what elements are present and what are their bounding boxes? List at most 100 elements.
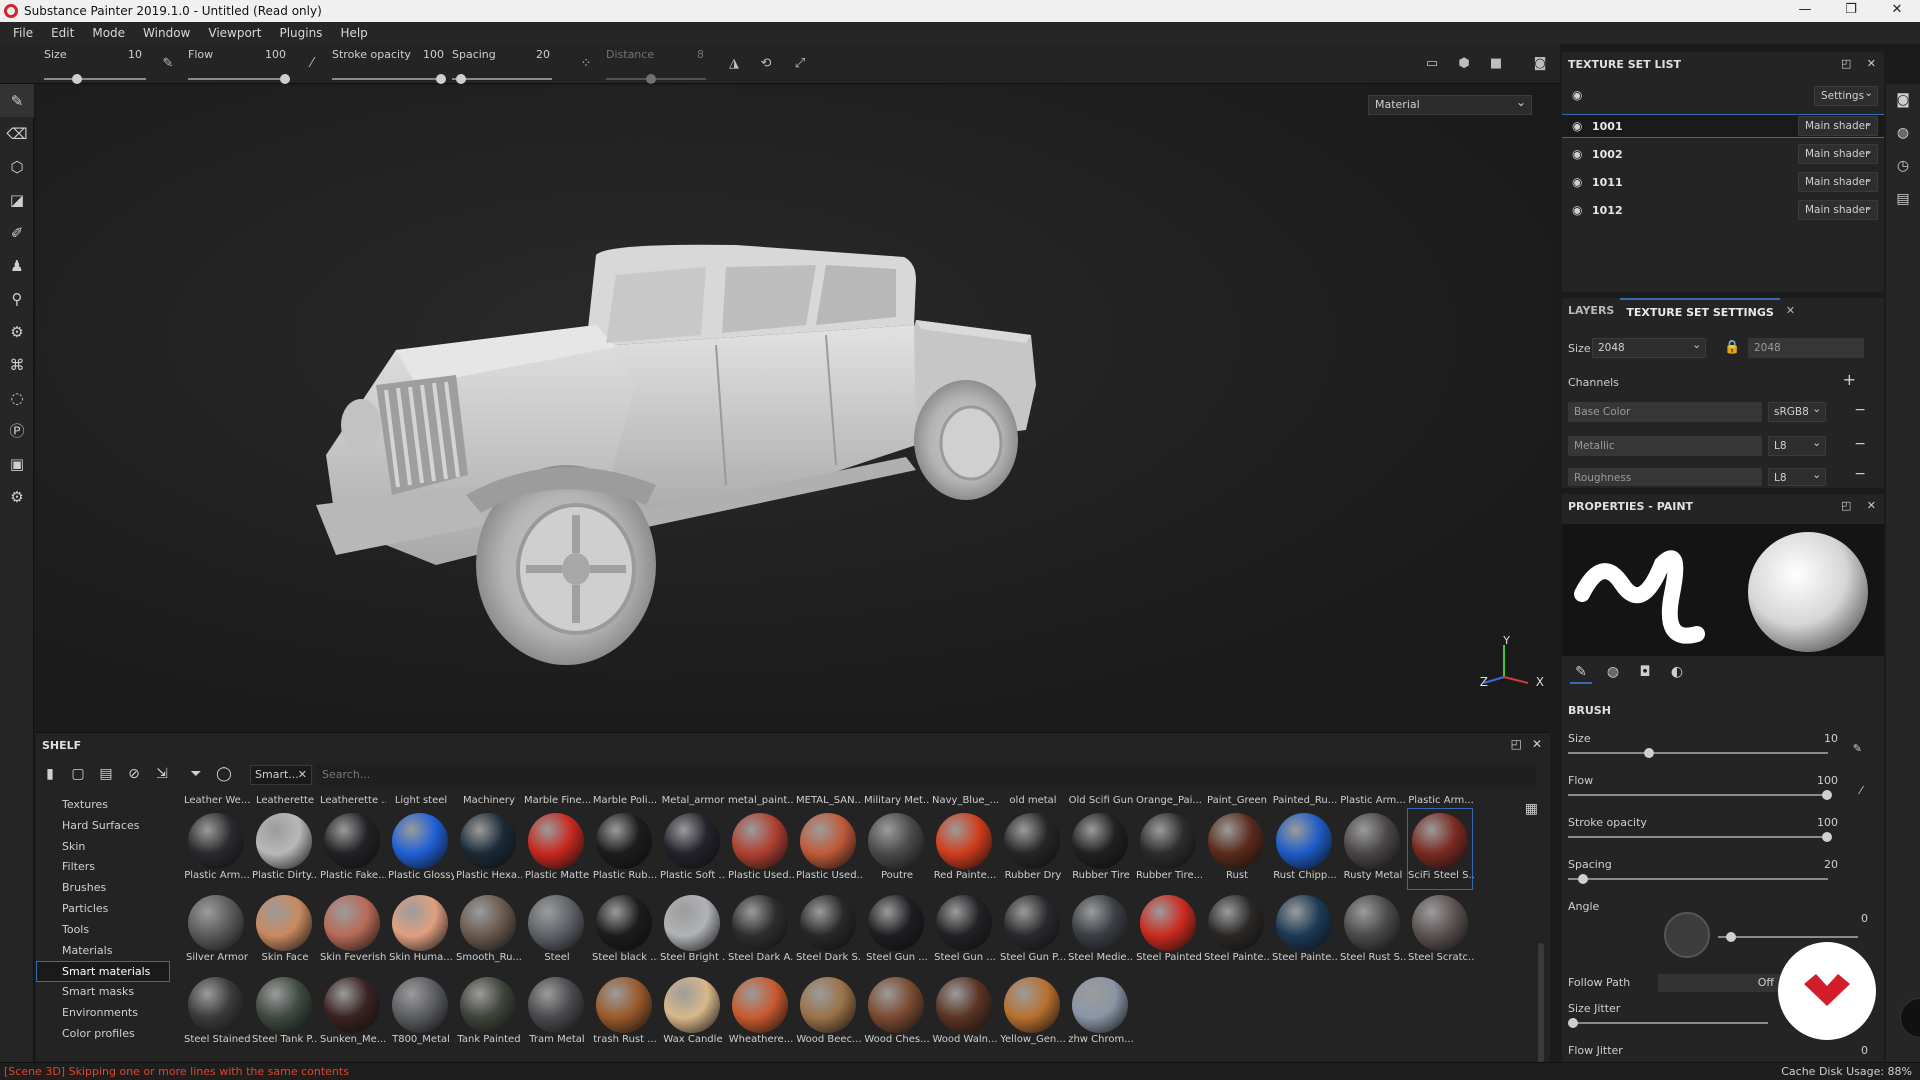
maximize-button[interactable]: ❐ (1828, 0, 1874, 22)
polygon-fill-icon[interactable]: ◪ (0, 183, 34, 216)
smart-material-item[interactable]: Sunken_Me... (320, 973, 386, 1053)
menu-viewport[interactable]: Viewport (199, 26, 270, 40)
smart-material-item[interactable]: Plastic Hexa... (456, 809, 522, 889)
grid-view-icon[interactable]: ▦ (1525, 801, 1538, 817)
visibility-eye-icon[interactable]: ◉ (1572, 88, 1582, 102)
smart-material-item[interactable]: Rubber Tire... (1136, 809, 1202, 889)
smart-material-item[interactable]: zhw Chrom... (1068, 973, 1134, 1053)
close-button[interactable]: ✕ (1874, 0, 1920, 22)
toolbar-size-handle[interactable] (72, 74, 82, 84)
smart-material-item[interactable]: Plastic Used... (728, 809, 794, 889)
export-icon[interactable]: ⇲ (152, 764, 172, 784)
toolbar-flow-handle[interactable] (280, 74, 290, 84)
history-icon[interactable]: ◷ (1886, 150, 1920, 183)
smart-material-item[interactable]: Steel Painte... (1204, 891, 1270, 971)
channel-format-dropdown[interactable]: L8 (1768, 466, 1826, 486)
new-item-icon[interactable]: ▢ (68, 764, 88, 784)
smart-material-item[interactable]: Yellow_Gen... (1000, 973, 1066, 1053)
minimize-button[interactable]: — (1782, 0, 1828, 22)
filter-chip[interactable]: Smart... ✕ (250, 765, 312, 785)
float-icon[interactable]: ◰ (1841, 499, 1851, 512)
smart-material-item[interactable]: SciFi Steel S... (1407, 808, 1474, 890)
smart-material-item[interactable]: Steel Dark S... (796, 891, 862, 971)
smart-material-item[interactable]: Steel Gun P... (1000, 891, 1066, 971)
smart-material-item[interactable]: Skin Feverish (320, 891, 386, 971)
shader-dropdown[interactable]: Main shader (1798, 142, 1878, 164)
follow-path-toggle[interactable]: Off (1658, 974, 1786, 992)
menu-file[interactable]: File (4, 26, 42, 40)
reset-filter-icon[interactable]: ◯ (214, 764, 234, 784)
smart-material-item[interactable]: Poutre (864, 809, 928, 889)
export-icon[interactable]: ▣ (0, 447, 34, 480)
smart-material-item[interactable]: Tram Metal (524, 973, 588, 1053)
smart-material-item[interactable]: Rust Chipp... (1272, 809, 1337, 889)
brush-spacing-slider[interactable]: Spacing 20 (1568, 858, 1868, 892)
smart-material-item[interactable]: Rust (1204, 809, 1268, 889)
settings-icon[interactable]: ⚙ (0, 480, 34, 513)
smart-material-item[interactable]: Steel Scratc... (1408, 891, 1474, 971)
menu-help[interactable]: Help (331, 26, 376, 40)
lock-icon[interactable]: 🔒 (1724, 340, 1740, 355)
category-particles[interactable]: Particles (36, 899, 176, 920)
paint-brush-icon[interactable]: ✎ (0, 84, 34, 117)
smart-material-item[interactable]: Smooth_Ru... (456, 891, 522, 971)
channel-format-dropdown[interactable]: sRGB8 (1768, 400, 1826, 422)
smart-material-item[interactable]: Skin Huma... (388, 891, 453, 971)
log-icon[interactable]: ▤ (1886, 183, 1920, 216)
smart-material-item[interactable]: Steel black ... (592, 891, 658, 971)
eye-icon[interactable]: ◉ (1572, 175, 1582, 189)
add-channel-icon[interactable]: + (1843, 370, 1856, 389)
tab-close-icon[interactable]: ✕ (1780, 298, 1801, 324)
float-icon[interactable]: ◰ (1841, 57, 1851, 70)
smart-material-item[interactable]: Wood Ches... (864, 973, 930, 1053)
smart-material-item[interactable]: Plastic Arm... (184, 809, 250, 889)
alpha-tab-icon[interactable]: ◍ (1602, 664, 1624, 684)
smart-material-item[interactable]: Steel Gun ... (864, 891, 928, 971)
category-brushes[interactable]: Brushes (36, 878, 176, 899)
category-environments[interactable]: Environments (36, 1003, 176, 1024)
tab-texture-set-settings[interactable]: TEXTURE SET SETTINGS (1620, 298, 1780, 324)
brush-spacing-handle[interactable] (1578, 874, 1588, 884)
smart-material-item[interactable]: Steel Medie... (1068, 891, 1134, 971)
eye-icon[interactable]: ◉ (1572, 147, 1582, 161)
remove-channel-icon[interactable]: − (1854, 436, 1866, 452)
texture-set-row-1002[interactable]: ◉ 1002 Main shader (1562, 142, 1884, 166)
lazy-mouse-icon[interactable]: ⁘ (578, 56, 594, 72)
smart-material-item[interactable]: Plastic Matte (524, 809, 589, 889)
smart-material-item[interactable]: Steel Dark A... (728, 891, 794, 971)
texture-set-row-1012[interactable]: ◉ 1012 Main shader (1562, 198, 1884, 222)
shelf-search-input[interactable]: Search... (316, 765, 1536, 785)
smart-material-item[interactable]: Plastic Dirty... (252, 809, 318, 889)
smart-material-item[interactable]: Wax Candle (660, 973, 724, 1053)
channel-format-dropdown[interactable]: L8 (1768, 434, 1826, 456)
bake-icon[interactable]: ⚙ (0, 315, 34, 348)
smart-material-item[interactable]: Steel (524, 891, 588, 971)
toolbar-spacing-handle[interactable] (456, 74, 466, 84)
pen-pressure-icon[interactable]: ⁄ (304, 56, 320, 72)
brush-stroke-opacity-slider[interactable]: Stroke opacity 100 (1568, 816, 1868, 850)
category-materials[interactable]: Materials (36, 941, 176, 962)
brush-stroke-opacity-handle[interactable] (1822, 832, 1832, 842)
brush-size-slider[interactable]: Size 10 ✎ (1568, 732, 1868, 766)
filter-chip-close-icon[interactable]: ✕ (298, 766, 307, 784)
category-smart-materials[interactable]: Smart materials (36, 961, 170, 983)
brush-flow-handle[interactable] (1822, 790, 1832, 800)
smart-material-item[interactable]: Red Painte... (932, 809, 996, 889)
texture-set-row-1001[interactable]: ◉ 1001 Main shader (1562, 114, 1884, 138)
brush-size-handle[interactable] (1644, 748, 1654, 758)
shader-settings-icon[interactable]: ◍ (1886, 117, 1920, 150)
smart-material-item[interactable]: Plastic Used... (796, 809, 862, 889)
size-jitter-handle[interactable] (1568, 1018, 1578, 1028)
category-tools[interactable]: Tools (36, 920, 176, 941)
symmetry-axis-icon[interactable]: ⤢ (792, 56, 808, 72)
category-textures[interactable]: Textures (36, 795, 176, 816)
smart-material-item[interactable]: Steel Stained (184, 973, 250, 1053)
smart-material-item[interactable]: Plastic Rub... (592, 809, 657, 889)
3d-viewport[interactable]: Material ⌄ Y X Z (36, 85, 1550, 715)
category-filters[interactable]: Filters (36, 857, 176, 878)
smart-material-item[interactable]: Skin Face (252, 891, 316, 971)
projection-icon[interactable]: ⬡ (0, 150, 34, 183)
smart-material-item[interactable]: Steel Tank P... (252, 973, 318, 1053)
tab-layers[interactable]: LAYERS (1562, 298, 1620, 324)
filter-icon[interactable]: ⏷ (186, 764, 206, 784)
